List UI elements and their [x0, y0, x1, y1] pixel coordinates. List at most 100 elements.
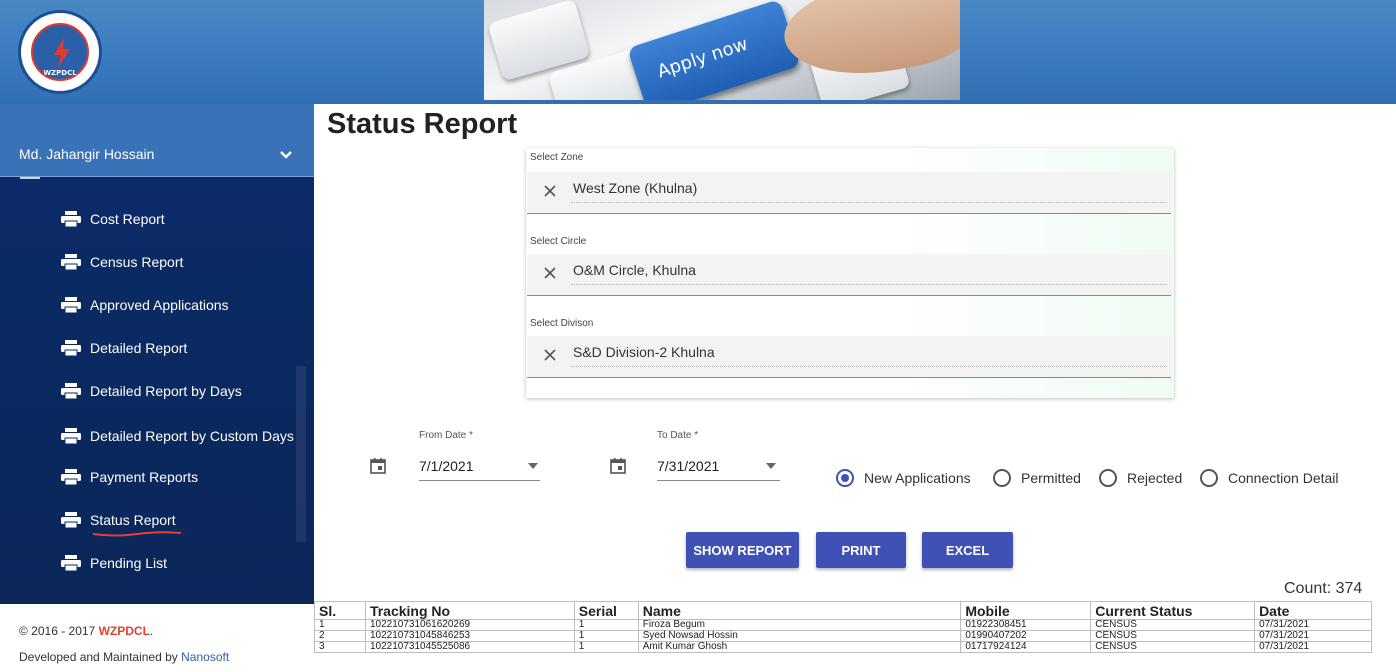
- table-cell: 1: [573, 641, 639, 653]
- column-header: Sl.: [314, 601, 366, 620]
- table-cell: 1: [314, 619, 366, 631]
- table-row: 3 102210731045525086 1 Amit Kumar Ghosh …: [314, 641, 1372, 653]
- table-cell: 1: [573, 619, 639, 631]
- radio-label: New Applications: [864, 470, 971, 486]
- sidebar-item-label: Status Report: [90, 512, 176, 528]
- sidebar-item-census-report[interactable]: Census Report: [60, 248, 183, 276]
- printer-icon: [61, 555, 81, 571]
- sidebar-item-pending-list[interactable]: Pending List: [60, 549, 167, 577]
- table-cell: 102210731045846253: [364, 630, 575, 642]
- sidebar-item-label: Census Report: [90, 254, 184, 270]
- radio-permitted[interactable]: Permitted: [993, 468, 1081, 488]
- printer-icon: [61, 297, 81, 313]
- radio-rejected[interactable]: Rejected: [1099, 468, 1182, 488]
- sidebar-item-payment-reports[interactable]: Payment Reports: [60, 463, 198, 491]
- brand-link[interactable]: WZPDCL: [99, 624, 150, 638]
- sidebar-item-label: Cost Report: [90, 211, 165, 227]
- active-item-underline: [92, 531, 182, 537]
- table-cell: 2: [314, 630, 366, 642]
- table-row: 2 102210731045846253 1 Syed Nowsad Hossi…: [314, 630, 1372, 642]
- select-underline: [571, 284, 1167, 285]
- radio-unselected-icon: [1099, 469, 1117, 487]
- table-header-row: Sl. Tracking No Serial Name Mobile Curre…: [314, 601, 1372, 620]
- table-cell: 102210731061620269: [364, 619, 575, 631]
- developed-by-prefix: Developed and Maintained by: [19, 650, 182, 664]
- radio-new-applications[interactable]: New Applications: [836, 468, 971, 488]
- sidebar-item-detailed-report-by-custom-days[interactable]: Detailed Report by Custom Days: [60, 422, 294, 450]
- report-table: Sl. Tracking No Serial Name Mobile Curre…: [314, 601, 1372, 653]
- sidebar: Md. Jahangir Hossain Cost Report Census …: [0, 104, 314, 604]
- select-underline: [571, 366, 1167, 367]
- circle-select[interactable]: O&M Circle, Khulna: [527, 254, 1171, 296]
- zone-select[interactable]: West Zone (Khulna): [527, 172, 1171, 214]
- sidebar-item-status-report[interactable]: Status Report: [60, 506, 176, 534]
- table-cell: 102210731045525086: [364, 641, 575, 653]
- to-date-underline: [657, 480, 780, 481]
- calendar-icon[interactable]: [610, 458, 626, 474]
- developer-link[interactable]: Nanosoft: [181, 650, 229, 664]
- footer: © 2016 - 2017 WZPDCL. Developed and Main…: [0, 604, 314, 672]
- user-menu[interactable]: Md. Jahangir Hossain: [0, 104, 314, 177]
- to-date-input[interactable]: 7/31/2021: [657, 458, 719, 474]
- printer-icon: [61, 383, 81, 399]
- show-report-button[interactable]: SHOW REPORT: [686, 532, 799, 568]
- table-cell: 07/31/2021: [1254, 619, 1372, 631]
- filter-card: Select Zone West Zone (Khulna) Select Ci…: [526, 148, 1174, 398]
- wzpdcl-logo[interactable]: WZPDCL: [18, 10, 102, 94]
- copyright-text: © 2016 - 2017 WZPDCL.: [19, 624, 153, 638]
- sidebar-item-detailed-report[interactable]: Detailed Report: [60, 334, 187, 362]
- circle-label: Select Circle: [530, 236, 587, 247]
- sidebar-item-label: Detailed Report by Days: [90, 383, 242, 399]
- table-cell: Amit Kumar Ghosh: [637, 641, 962, 653]
- chevron-down-icon[interactable]: [279, 148, 293, 162]
- zone-label: Select Zone: [530, 152, 584, 163]
- table-cell: CENSUS: [1090, 641, 1256, 653]
- sidebar-item-label: Detailed Report by Custom Days: [90, 428, 294, 444]
- dropdown-arrow-icon[interactable]: [528, 463, 538, 469]
- printer-icon: [61, 340, 81, 356]
- division-value: S&D Division-2 Khulna: [573, 344, 715, 360]
- clear-icon[interactable]: [542, 183, 558, 199]
- table-row: 1 102210731061620269 1 Firoza Begum 0192…: [314, 619, 1372, 631]
- dropdown-arrow-icon[interactable]: [766, 463, 776, 469]
- circle-value: O&M Circle, Khulna: [573, 262, 696, 278]
- sidebar-item-approved-applications[interactable]: Approved Applications: [60, 291, 229, 319]
- to-date-label: To Date *: [657, 430, 699, 441]
- table-cell: 01717924124: [960, 641, 1092, 653]
- clear-icon[interactable]: [542, 265, 558, 281]
- table-cell: CENSUS: [1090, 619, 1256, 631]
- column-header: Mobile: [960, 601, 1092, 620]
- page-title: Status Report: [327, 108, 518, 140]
- zone-value: West Zone (Khulna): [573, 180, 698, 196]
- column-header: Tracking No: [364, 601, 575, 620]
- sidebar-item-label: Detailed Report: [90, 340, 188, 356]
- sidebar-item-detailed-report-by-days[interactable]: Detailed Report by Days: [60, 377, 242, 405]
- user-name: Md. Jahangir Hossain: [19, 146, 155, 162]
- sidebar-item-cost-report[interactable]: Cost Report: [60, 205, 165, 233]
- printer-icon: [61, 254, 81, 270]
- column-header: Current Status: [1090, 601, 1256, 620]
- logo-text: WZPDCL: [43, 69, 77, 77]
- radio-unselected-icon: [1200, 469, 1218, 487]
- radio-connection-detail[interactable]: Connection Detail: [1200, 468, 1339, 488]
- copyright-prefix: © 2016 - 2017: [19, 624, 99, 638]
- from-date-underline: [419, 480, 540, 481]
- radio-selected-icon: [836, 469, 854, 487]
- calendar-icon[interactable]: [370, 458, 386, 474]
- radio-unselected-icon: [993, 469, 1011, 487]
- sidebar-scrollbar[interactable]: [296, 366, 306, 542]
- radio-label: Rejected: [1127, 470, 1183, 486]
- table-cell: Firoza Begum: [637, 619, 962, 631]
- division-select[interactable]: S&D Division-2 Khulna: [527, 336, 1171, 378]
- clear-icon[interactable]: [542, 347, 558, 363]
- apply-now-text: Apply now: [654, 33, 751, 83]
- print-button[interactable]: PRINT: [816, 532, 906, 568]
- header-banner: WZPDCL Apply now: [0, 0, 1396, 104]
- table-cell: Syed Nowsad Hossin: [637, 630, 962, 642]
- select-underline: [571, 202, 1167, 203]
- printer-icon: [61, 211, 81, 227]
- table-cell: 01990407202: [960, 630, 1092, 642]
- excel-button[interactable]: EXCEL: [922, 532, 1013, 568]
- from-date-input[interactable]: 7/1/2021: [419, 458, 474, 474]
- sidebar-item-label: Approved Applications: [90, 297, 229, 313]
